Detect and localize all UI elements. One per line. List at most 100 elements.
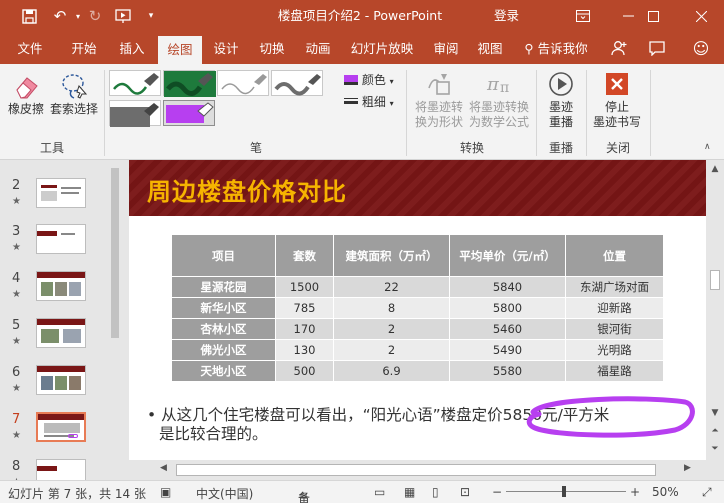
- ribbon-separator: [650, 70, 651, 156]
- zoom-out-icon[interactable]: −: [492, 485, 502, 499]
- redo-icon[interactable]: ↻: [84, 0, 106, 32]
- language-status[interactable]: 中文(中国): [196, 485, 253, 502]
- pen-green-thin[interactable]: [109, 70, 161, 96]
- slide-preview: [36, 271, 86, 301]
- ink-to-math-button[interactable]: π π 将墨迹转换 为数学公式: [466, 70, 532, 130]
- pens-group-label: 笔: [249, 141, 262, 155]
- slide-title[interactable]: 周边楼盘价格对比: [147, 172, 347, 207]
- bullet-text-line1: 从这几个住宅楼盘可以看出，“阳光心语”楼盘定价5850元/平方米: [161, 406, 610, 424]
- table-cell: 杏林小区: [171, 318, 276, 340]
- zoom-level[interactable]: 50%: [652, 485, 679, 499]
- slide-number: 4: [12, 271, 21, 286]
- tab-home[interactable]: 开始: [62, 32, 106, 64]
- scroll-left-icon[interactable]: ◀: [160, 463, 167, 473]
- table-cell: 佛光小区: [171, 339, 276, 361]
- maximize-icon[interactable]: [630, 0, 676, 32]
- status-bar: 幻灯片 第 7 张，共 14 张 ▣ 中文(中国) ≐ 备注 ▭ ▦ ▯ ⊡ −…: [0, 480, 724, 503]
- replay-group-label: 重播: [548, 141, 573, 155]
- pen-color-button[interactable]: 颜色 ▾: [344, 71, 394, 89]
- table-cell: 5460: [449, 318, 566, 340]
- scrollbar-thumb[interactable]: [710, 270, 720, 290]
- ink-to-shape-label-1: 将墨迹转: [414, 100, 463, 114]
- previous-slide-icon[interactable]: ⏶: [708, 424, 722, 438]
- tab-file[interactable]: 文件: [8, 32, 52, 64]
- tab-review[interactable]: 审阅: [424, 32, 468, 64]
- tab-design[interactable]: 设计: [204, 32, 248, 64]
- animation-star-icon: ★: [12, 430, 21, 441]
- normal-view-icon[interactable]: ▭: [374, 485, 385, 499]
- table-cell: 6.9: [333, 360, 450, 382]
- eraser-label: 橡皮擦: [7, 102, 44, 116]
- ribbon-tabs: 文件 开始 插入 绘图 设计 切换 动画 幻灯片放映 审阅 视图 ⚲ 告诉我你 …: [0, 32, 724, 64]
- customize-toolbar-icon[interactable]: ▾: [142, 0, 160, 32]
- ink-replay-button[interactable]: 墨迹 重播: [540, 70, 582, 130]
- fit-slide-icon[interactable]: ⤢: [702, 485, 712, 500]
- pen-gray-thin[interactable]: [217, 70, 269, 96]
- notes-label: 备注: [298, 491, 311, 503]
- ribbon-separator: [536, 70, 537, 156]
- tab-slideshow[interactable]: 幻灯片放映: [342, 32, 422, 64]
- scroll-down-icon[interactable]: ▼: [708, 406, 722, 420]
- ribbon-separator: [104, 70, 105, 156]
- smiley-feedback-icon[interactable]: ☺: [686, 32, 716, 64]
- pen-thickness-button[interactable]: 粗细 ▾: [344, 93, 394, 111]
- animation-star-icon: ★: [12, 336, 21, 347]
- ribbon-display-options-icon[interactable]: [560, 0, 606, 32]
- slide-vertical-scrollbar[interactable]: ▲ ▼ ⏶ ⏷: [706, 160, 724, 460]
- svg-text:π: π: [486, 74, 500, 95]
- highlighter-gray[interactable]: [109, 100, 161, 127]
- scroll-right-icon[interactable]: ▶: [684, 463, 691, 473]
- ribbon-separator: [586, 70, 587, 156]
- eraser-button[interactable]: 橡皮擦: [6, 72, 46, 117]
- highlighter-purple[interactable]: [163, 100, 215, 126]
- lasso-select-button[interactable]: 套索选择: [48, 72, 100, 117]
- thumbnail-scrollbar[interactable]: [108, 160, 122, 480]
- slide-sorter-icon[interactable]: ▦: [404, 485, 415, 499]
- table-cell: 2: [333, 318, 450, 340]
- spelling-icon[interactable]: ▣: [160, 485, 171, 499]
- slide-number: 3: [12, 224, 21, 239]
- table-row: 天地小区 500 6.9 5580 福星路: [171, 360, 664, 382]
- tab-view[interactable]: 视图: [468, 32, 512, 64]
- table-cell: 500: [275, 360, 334, 382]
- slide-number: 8: [12, 459, 21, 474]
- collapse-ribbon-icon[interactable]: ∧: [704, 142, 711, 152]
- tab-insert[interactable]: 插入: [110, 32, 154, 64]
- zoom-slider-track[interactable]: [506, 491, 626, 492]
- pen-gray-thick[interactable]: [271, 70, 323, 96]
- scrollbar-thumb[interactable]: [111, 168, 119, 338]
- animation-star-icon: ★: [12, 242, 21, 253]
- ink-to-shape-button[interactable]: 将墨迹转 换为形状: [410, 70, 468, 130]
- lightbulb-icon: ⚲: [524, 41, 534, 56]
- replay-label-1: 墨迹: [548, 100, 573, 114]
- start-slideshow-icon[interactable]: [112, 0, 136, 32]
- slide-preview: [36, 178, 86, 208]
- undo-icon[interactable]: ↶: [48, 0, 72, 32]
- scroll-up-icon[interactable]: ▲: [708, 162, 722, 176]
- slide-canvas[interactable]: 周边楼盘价格对比 项目 套数 建筑面积（万㎡） 平均单价（元/㎡） 位置 星源花…: [129, 160, 706, 460]
- zoom-in-icon[interactable]: +: [630, 485, 640, 499]
- login-link[interactable]: 登录: [494, 0, 519, 32]
- slideshow-view-icon[interactable]: ⊡: [460, 485, 470, 499]
- undo-dropdown-icon[interactable]: ▾: [72, 0, 84, 32]
- conclusion-bullet[interactable]: • 从这几个住宅楼盘可以看出，“阳光心语”楼盘定价5850元/平方米 是比较合理…: [147, 406, 706, 444]
- price-comparison-table[interactable]: 项目 套数 建筑面积（万㎡） 平均单价（元/㎡） 位置 星源花园 1500 22…: [171, 234, 664, 382]
- comments-icon[interactable]: [642, 32, 672, 64]
- close-icon[interactable]: [678, 0, 724, 32]
- scrollbar-thumb[interactable]: [176, 464, 656, 476]
- pen-green-thick[interactable]: [163, 70, 216, 97]
- tab-transitions[interactable]: 切换: [250, 32, 294, 64]
- zoom-slider-thumb[interactable]: [562, 486, 566, 497]
- reading-view-icon[interactable]: ▯: [432, 485, 439, 499]
- tab-draw[interactable]: 绘图: [158, 36, 202, 64]
- share-user-icon[interactable]: [604, 32, 634, 64]
- tell-me-label: 告诉我你: [537, 41, 588, 56]
- tab-animations[interactable]: 动画: [296, 32, 340, 64]
- stop-inking-button[interactable]: 停止 墨迹书写: [590, 70, 644, 130]
- table-cell: 东湖广场对面: [565, 276, 664, 298]
- save-icon[interactable]: [14, 0, 44, 32]
- tell-me-box[interactable]: ⚲ 告诉我你: [518, 32, 594, 64]
- slide-horizontal-scrollbar[interactable]: ◀ ▶: [126, 460, 706, 480]
- svg-text:π: π: [500, 80, 509, 96]
- next-slide-icon[interactable]: ⏷: [708, 442, 722, 456]
